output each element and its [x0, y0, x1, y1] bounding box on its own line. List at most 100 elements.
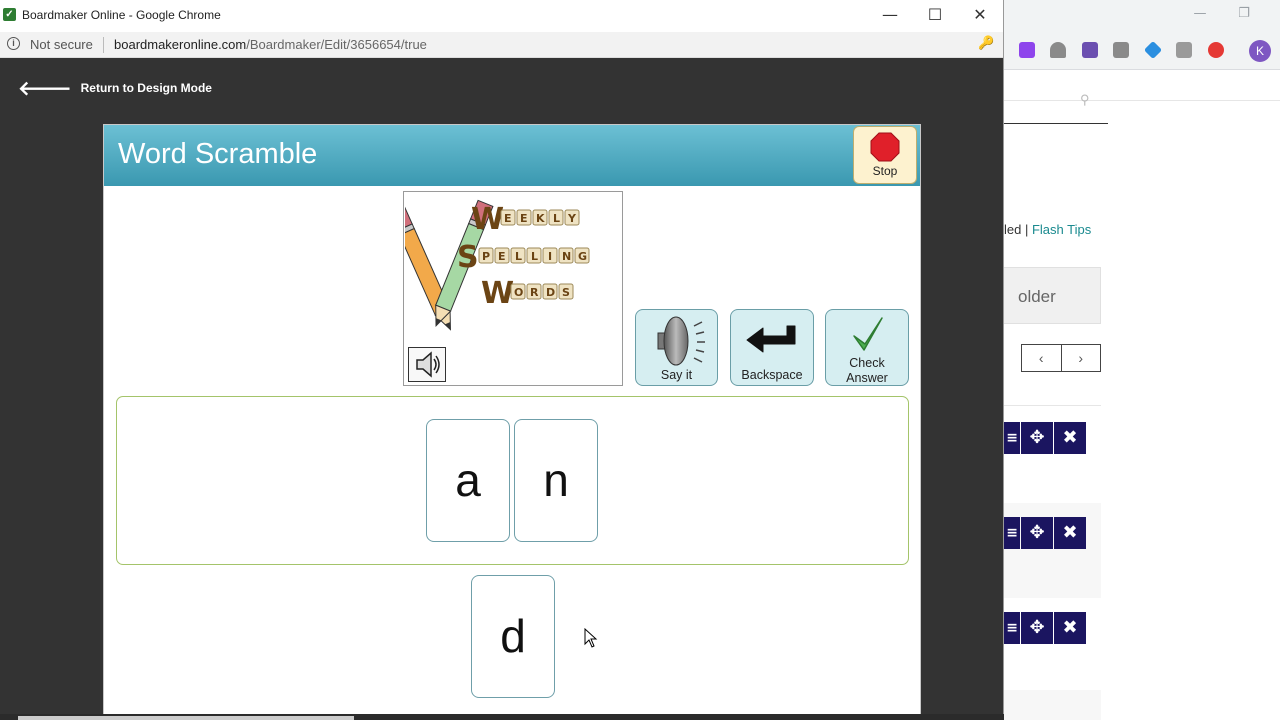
- search-underline: [1004, 123, 1108, 124]
- svg-text:W: W: [481, 276, 514, 311]
- move-icon[interactable]: ✥: [1021, 517, 1053, 549]
- weekly-spelling-words-logo: W E E K L Y S P E L L I N G W O R D S: [405, 199, 590, 331]
- move-icon[interactable]: ✥: [1021, 422, 1053, 454]
- stop-button[interactable]: Stop: [853, 126, 917, 184]
- delete-icon[interactable]: ✖: [1054, 517, 1086, 549]
- folder-button[interactable]: older: [1004, 267, 1101, 324]
- answer-drop-area[interactable]: [116, 396, 909, 565]
- boardmaker-popup-window: ✓ Boardmaker Online - Google Chrome — ☐ …: [0, 0, 1004, 720]
- svg-text:E: E: [504, 212, 512, 225]
- speaker-icon: [416, 351, 440, 378]
- check-answer-button[interactable]: Check Answer: [825, 309, 909, 386]
- stop-sign-icon: [870, 132, 900, 162]
- svg-text:S: S: [562, 286, 570, 299]
- activity-board: Word Scramble Stop W E E K L Y S P E L L…: [103, 124, 921, 720]
- stop-label: Stop: [872, 164, 898, 178]
- extensions-bar: [1004, 32, 1280, 70]
- board-header: Word Scramble Stop: [104, 125, 920, 186]
- app-content: 🡐 Return to Design Mode Word Scramble St…: [0, 64, 1003, 720]
- say-it-button[interactable]: Say it: [635, 309, 718, 386]
- profile-avatar[interactable]: K: [1249, 40, 1271, 62]
- pager-prev-button[interactable]: ‹: [1022, 345, 1061, 371]
- backspace-arrow-icon: [746, 325, 796, 353]
- svg-text:L: L: [553, 212, 560, 225]
- window-titlebar: ✓ Boardmaker Online - Google Chrome — ☐ …: [0, 0, 1003, 32]
- bg-minimize-button[interactable]: —: [1190, 6, 1210, 24]
- svg-text:K: K: [536, 212, 545, 225]
- extension-cast-icon[interactable]: [1176, 42, 1192, 58]
- bg-restore-button[interactable]: ❐: [1234, 6, 1254, 24]
- list-item: [1004, 690, 1101, 720]
- svg-text:P: P: [482, 250, 490, 263]
- scrollbar-thumb[interactable]: [18, 716, 354, 720]
- taskbar-strip: [0, 714, 1004, 720]
- edit-icon[interactable]: ≡: [1004, 517, 1020, 549]
- bg-link-row: led | Flash Tips: [1004, 222, 1091, 237]
- url-host: boardmakeronline.com: [114, 37, 247, 52]
- checkmark-icon: [853, 317, 883, 351]
- extension-record-icon[interactable]: [1208, 42, 1224, 58]
- extension-home-icon[interactable]: [1050, 42, 1066, 58]
- flash-tips-link[interactable]: Flash Tips: [1032, 222, 1091, 237]
- svg-text:W: W: [471, 202, 504, 237]
- minimize-button[interactable]: —: [878, 4, 902, 26]
- answer-letter-tile[interactable]: a: [426, 419, 510, 542]
- svg-text:R: R: [530, 286, 539, 299]
- security-label: Not secure: [30, 37, 93, 52]
- check-label-line1: Check: [849, 356, 885, 370]
- return-label: Return to Design Mode: [80, 81, 212, 95]
- maximize-button[interactable]: ☐: [923, 4, 947, 26]
- svg-text:Y: Y: [567, 212, 577, 225]
- svg-text:G: G: [578, 250, 587, 263]
- key-icon[interactable]: 🔑: [978, 36, 994, 51]
- url-path: /Boardmaker/Edit/3656654/true: [246, 37, 427, 52]
- extension-pdf-icon[interactable]: [1082, 42, 1098, 58]
- list-item: ≡ ✥ ✖: [1004, 408, 1101, 503]
- return-to-design-mode-link[interactable]: 🡐 Return to Design Mode: [18, 78, 212, 98]
- answer-letter-tile[interactable]: n: [514, 419, 598, 542]
- svg-text:S: S: [457, 240, 479, 275]
- svg-text:D: D: [546, 286, 555, 299]
- svg-text:L: L: [515, 250, 522, 263]
- backspace-button[interactable]: Backspace: [730, 309, 814, 386]
- pager: ‹ ›: [1021, 344, 1101, 372]
- check-label-line2: Answer: [846, 371, 888, 385]
- pool-letter-tile[interactable]: d: [471, 575, 555, 698]
- search-icon[interactable]: ⚲: [1080, 92, 1090, 108]
- word-picture: W E E K L Y S P E L L I N G W O R D S: [403, 191, 623, 386]
- back-arrow-icon: 🡐: [18, 76, 72, 100]
- list-item: ≡ ✥ ✖: [1004, 598, 1101, 693]
- svg-text:E: E: [520, 212, 528, 225]
- list-item: ≡ ✥ ✖: [1004, 503, 1101, 598]
- move-icon[interactable]: ✥: [1021, 612, 1053, 644]
- divider: [103, 37, 104, 53]
- delete-icon[interactable]: ✖: [1054, 612, 1086, 644]
- extension-chart-icon[interactable]: [1113, 42, 1129, 58]
- delete-icon[interactable]: ✖: [1054, 422, 1086, 454]
- board-title: Word Scramble: [118, 138, 318, 170]
- edit-icon[interactable]: ≡: [1004, 612, 1020, 644]
- svg-text:L: L: [531, 250, 538, 263]
- window-title: Boardmaker Online - Google Chrome: [22, 8, 221, 22]
- divider: [1004, 100, 1280, 101]
- mouse-cursor-icon: [584, 628, 598, 648]
- pager-next-button[interactable]: ›: [1060, 345, 1101, 371]
- address-bar[interactable]: i Not secure boardmakeronline.com/Boardm…: [0, 32, 1003, 58]
- edit-icon[interactable]: ≡: [1004, 422, 1020, 454]
- say-it-label: Say it: [660, 368, 693, 382]
- backspace-label: Backspace: [741, 368, 803, 382]
- background-titlebar: — ❐: [1004, 0, 1280, 32]
- svg-text:O: O: [514, 286, 523, 299]
- url-text[interactable]: boardmakeronline.com/Boardmaker/Edit/365…: [114, 37, 427, 52]
- svg-text:E: E: [498, 250, 506, 263]
- bg-link-partial[interactable]: led |: [1004, 222, 1032, 237]
- close-button[interactable]: ✕: [968, 4, 992, 26]
- extension-purple-icon[interactable]: [1019, 42, 1035, 58]
- boardmaker-favicon-icon: ✓: [3, 8, 16, 21]
- svg-text:I: I: [548, 250, 552, 263]
- divider: [1004, 405, 1101, 406]
- speaker-icon: [657, 316, 705, 366]
- info-icon[interactable]: i: [7, 37, 20, 50]
- svg-text:N: N: [562, 250, 571, 263]
- play-sound-button[interactable]: [408, 347, 446, 382]
